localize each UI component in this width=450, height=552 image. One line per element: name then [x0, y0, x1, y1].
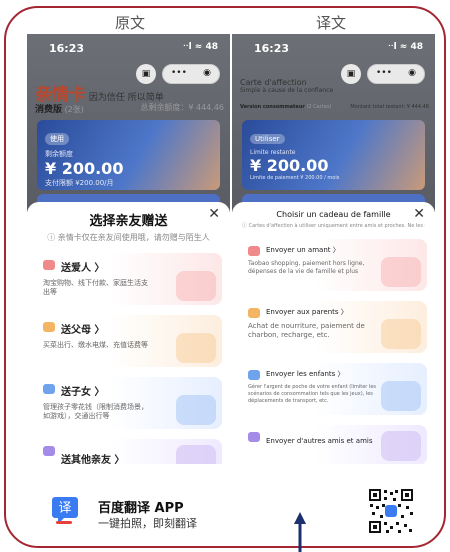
card-label: 剩余额度 [45, 150, 73, 158]
option-children[interactable]: Envoyer les enfants 〉 Gérer l'argent de … [240, 363, 427, 415]
option-desc: Achat de nourriture, paiement de charbon… [248, 322, 365, 339]
status-bar: 16:23 ᐧᐧl ≈ 48 [49, 42, 218, 60]
status-time: 16:23 [254, 42, 290, 55]
option-title: Envoyer aux parents 〉 [266, 308, 348, 316]
arrow-up-icon [294, 512, 306, 552]
status-time: 16:23 [49, 42, 85, 55]
original-column-title: 原文 [114, 14, 145, 32]
baidu-translate-logo-icon: 译 [52, 497, 78, 524]
original-phone-screen: 16:23 ᐧᐧl ≈ 48 ▣ ••• ◉ 亲情卡 因为信任 所以简单 消费版… [27, 34, 230, 464]
graduation-cap-icon [43, 384, 55, 394]
star-icon [43, 446, 55, 456]
sheet-tip: ⓘ 亲情卡仅在亲友间使用哦，请勿赠与陌生人 [47, 233, 210, 242]
card-amount: ¥ 200.00 [250, 156, 329, 175]
tab-label[interactable]: 消费版 [35, 105, 62, 115]
card-label: Limite restante [250, 149, 296, 156]
tab-count: (2张) [64, 105, 84, 114]
option-title: Envoyer les enfants 〉 [266, 370, 345, 378]
remaining-total: Montant total restant: ¥ 444.46 [350, 104, 429, 110]
miniapp-capsule[interactable]: ••• ◉ [367, 64, 425, 84]
more-icon[interactable]: ••• [376, 68, 392, 78]
option-desc: 淘宝购物、线下付款、家庭生活支出等 [43, 279, 148, 296]
brand-row: Carte d'affection Simple à cause de la c… [240, 78, 333, 94]
affection-card[interactable]: 使用 剩余额度 ¥ 200.00 支付限额 ¥200.00/月 [37, 120, 220, 190]
sheet-title: 选择亲友赠送 [89, 214, 168, 229]
option-partner[interactable]: 送爱人 〉 淘宝购物、线下付款、家庭生活支出等 [35, 253, 222, 305]
remaining-total: 总剩余额度：¥ 444.46 [140, 103, 224, 112]
gift-decoration-icon [381, 381, 421, 411]
close-circle-icon[interactable]: ◉ [408, 68, 416, 78]
gift-decoration-icon [381, 431, 421, 461]
gift-decoration-icon [176, 445, 216, 464]
affection-card[interactable]: Utiliser Limite restante ¥ 200.00 Limite… [242, 120, 425, 190]
option-desc: 买菜出行、缴水电煤、充值话费等 [43, 341, 148, 349]
gift-decoration-icon [176, 271, 216, 301]
qr-code-icon [368, 488, 414, 534]
gift-decoration-icon [381, 257, 421, 287]
hands-icon [43, 322, 55, 332]
card-amount: ¥ 200.00 [45, 159, 124, 178]
option-parents[interactable]: 送父母 〉 买菜出行、缴水电煤、充值话费等 [35, 315, 222, 367]
option-partner[interactable]: Envoyer un amant 〉 Taobao shopping, paie… [240, 239, 427, 291]
sheet-title: Choisir un cadeau de famille [276, 210, 391, 219]
status-icons: ᐧᐧl ≈ 48 [388, 42, 423, 52]
card-footer: 支付限额 ¥200.00/月 [45, 179, 114, 187]
sheet-tip: ⓘ Cartes d'affection à utiliser uniqueme… [242, 223, 425, 229]
translated-phone-screen: 16:23 ᐧᐧl ≈ 48 ▣ ••• ◉ Carte d'affection… [232, 34, 435, 464]
hands-icon [248, 308, 260, 318]
close-circle-icon[interactable]: ◉ [203, 68, 211, 78]
more-icon[interactable]: ••• [171, 68, 187, 78]
translated-column-title: 译文 [315, 14, 346, 32]
brand-slogan: Simple à cause de la confiance [240, 87, 334, 94]
option-desc: Gérer l'argent de poche de votre enfant … [248, 384, 376, 404]
miniapp-capsule[interactable]: ••• ◉ [162, 64, 220, 84]
scan-icon[interactable]: ▣ [341, 64, 361, 84]
option-desc: 管理孩子零花钱（限制消费场景，如游戏），交通出行等 [43, 403, 148, 420]
star-icon [248, 432, 260, 442]
close-icon[interactable]: ✕ [413, 206, 425, 222]
status-bar: 16:23 ᐧᐧl ≈ 48 [254, 42, 423, 60]
option-others[interactable]: 送其他亲友 〉 [35, 439, 222, 464]
gift-sheet: Choisir un cadeau de famille ✕ ⓘ Cartes … [232, 202, 435, 464]
close-icon[interactable]: ✕ [208, 206, 220, 222]
gift-decoration-icon [381, 319, 421, 349]
card-pill: Utiliser [250, 134, 285, 144]
app-tagline: 一键拍照，即刻翻译 [98, 517, 197, 530]
gift-decoration-icon [176, 395, 216, 425]
tab-row: 消费版 (2张) 总剩余额度：¥ 444.46 [35, 102, 224, 115]
tab-count: (2 Cartes) [306, 104, 332, 110]
option-parents[interactable]: Envoyer aux parents 〉 Achat de nourritur… [240, 301, 427, 353]
heart-icon [248, 246, 260, 256]
graduation-cap-icon [248, 370, 260, 380]
tab-label[interactable]: Version consommateur [240, 104, 305, 110]
card-pill: 使用 [45, 133, 69, 145]
card-footer: Limite de paiement ¥ 200.00 / mois [250, 175, 340, 181]
gift-sheet: 选择亲友赠送 ✕ ⓘ 亲情卡仅在亲友间使用哦，请勿赠与陌生人 送爱人 〉 淘宝购… [27, 202, 230, 464]
gift-decoration-icon [176, 333, 216, 363]
tab-row: Version consommateur (2 Cartes) Montant … [240, 104, 429, 110]
option-others[interactable]: Envoyer d'autres amis et amis [240, 425, 427, 464]
app-name: 百度翻译 APP [98, 501, 184, 516]
option-title: Envoyer un amant 〉 [266, 246, 340, 254]
option-children[interactable]: 送子女 〉 管理孩子零花钱（限制消费场景，如游戏），交通出行等 [35, 377, 222, 429]
heart-icon [43, 260, 55, 270]
option-desc: Taobao shopping, paiement hors ligne, dé… [248, 260, 365, 275]
status-icons: ᐧᐧl ≈ 48 [183, 42, 218, 52]
logo-char: 译 [58, 501, 71, 516]
brand-name: Carte d'affection [240, 78, 307, 87]
